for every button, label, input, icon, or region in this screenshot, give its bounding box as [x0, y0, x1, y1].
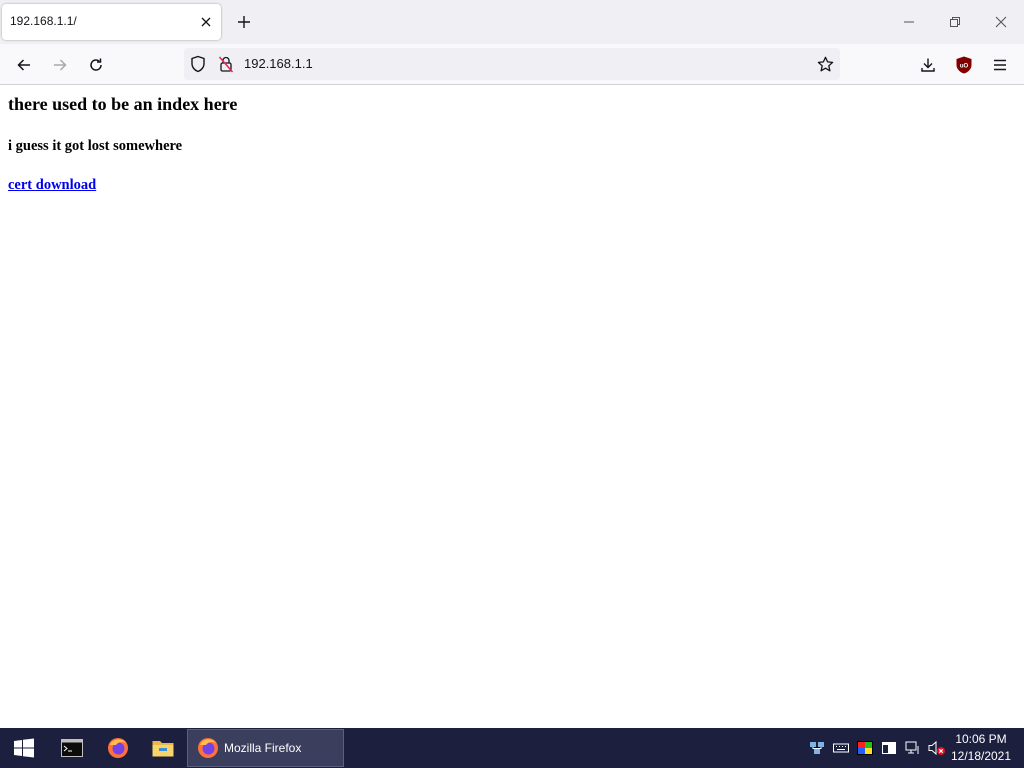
window-app-icon[interactable]: [881, 740, 897, 756]
new-tab-icon[interactable]: [233, 11, 255, 33]
reload-icon[interactable]: [83, 52, 109, 78]
taskbar-window-title: Mozilla Firefox: [224, 741, 302, 755]
clock-date: 12/18/2021: [950, 749, 1012, 763]
firefox-window-icon: [197, 737, 219, 764]
network-icon[interactable]: [905, 740, 921, 756]
color-display-icon[interactable]: [857, 740, 873, 756]
close-tab-icon[interactable]: [197, 13, 215, 31]
forward-icon[interactable]: [47, 52, 73, 78]
tab-title: 192.168.1.1/: [10, 14, 77, 28]
file-explorer-icon[interactable]: [143, 732, 183, 764]
minimize-icon[interactable]: [886, 6, 932, 38]
network-share-icon[interactable]: [809, 740, 825, 756]
close-window-icon[interactable]: [978, 6, 1024, 38]
navigation-toolbar: 192.168.1.1 uO: [0, 44, 1024, 85]
page-content: there used to be an index here i guess i…: [0, 85, 1024, 728]
ublock-origin-icon[interactable]: uO: [956, 56, 972, 74]
restore-icon[interactable]: [932, 6, 978, 38]
windows-taskbar: Mozilla Firefox 10:06 PM 12/18/2021: [0, 728, 1024, 768]
cert-download-link[interactable]: cert download: [8, 177, 96, 194]
back-icon[interactable]: [11, 52, 37, 78]
menu-hamburger-icon[interactable]: [987, 52, 1013, 78]
downloads-icon[interactable]: [915, 52, 941, 78]
url-bar[interactable]: 192.168.1.1: [184, 48, 840, 80]
clock-time: 10:06 PM: [955, 732, 1007, 746]
tab-strip: 192.168.1.1/: [0, 0, 1024, 44]
url-text[interactable]: 192.168.1.1: [244, 56, 313, 71]
page-subheading: i guess it got lost somewhere: [8, 138, 183, 154]
firefox-icon[interactable]: [98, 732, 138, 764]
tracking-protection-shield-icon[interactable]: [190, 55, 206, 78]
page-heading: there used to be an index here: [8, 94, 238, 114]
browser-tab[interactable]: 192.168.1.1/: [2, 4, 221, 40]
bookmark-star-icon[interactable]: [817, 56, 834, 78]
taskbar-clock[interactable]: 10:06 PM 12/18/2021: [948, 731, 1014, 765]
terminal-icon[interactable]: [52, 732, 92, 764]
windows-start-icon[interactable]: [4, 732, 44, 764]
taskbar-firefox-window[interactable]: Mozilla Firefox: [187, 729, 344, 767]
volume-muted-icon[interactable]: [928, 740, 945, 756]
svg-text:uO: uO: [960, 64, 969, 70]
insecure-lock-icon[interactable]: [218, 55, 234, 78]
keyboard-icon[interactable]: [833, 740, 849, 756]
